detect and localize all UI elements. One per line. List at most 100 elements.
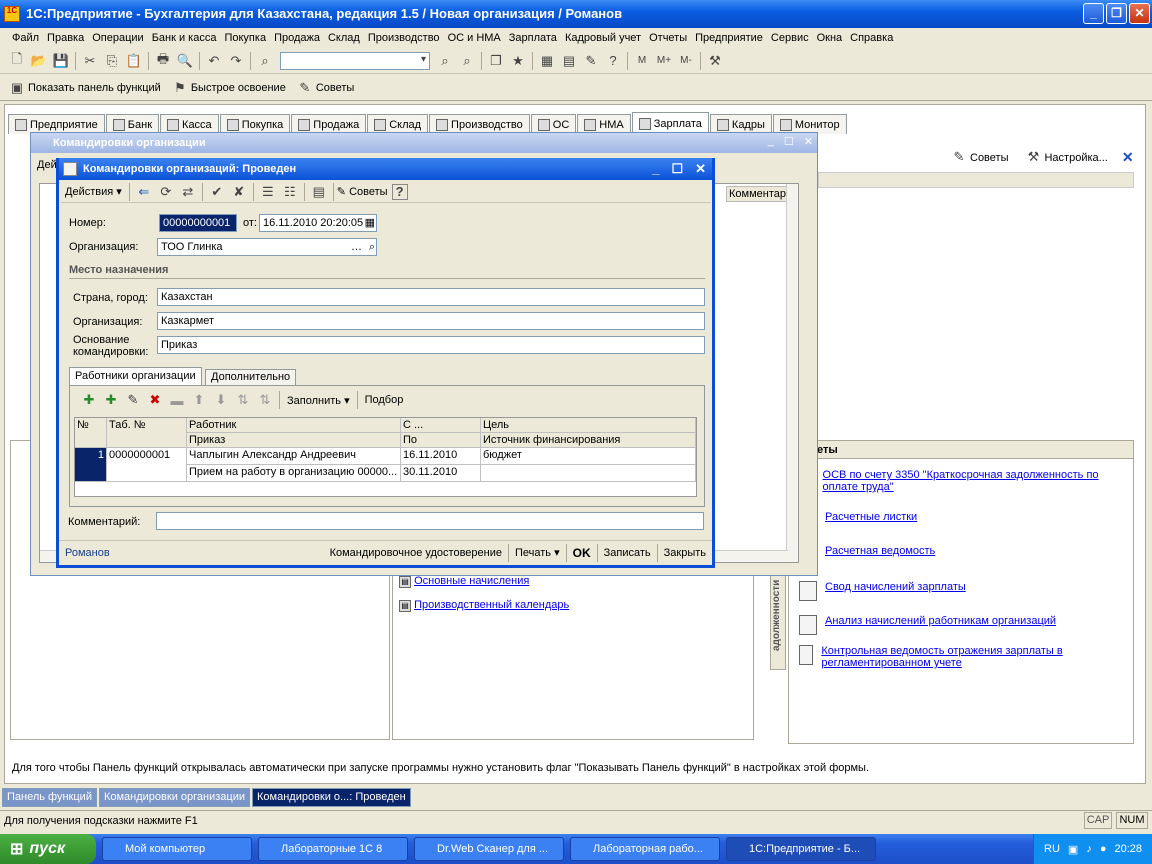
move-down-icon[interactable]: ⬇: [210, 390, 232, 410]
close-button[interactable]: ✕: [1129, 3, 1150, 24]
window-tab[interactable]: Командировки о...: Проведен: [252, 788, 411, 807]
show-panel-button[interactable]: Показать панель функций: [28, 82, 161, 94]
tab-3[interactable]: Покупка: [219, 114, 291, 134]
copy-icon[interactable]: ⎘: [101, 51, 123, 71]
memory-minus-icon[interactable]: M-: [675, 51, 697, 71]
row-source[interactable]: [481, 465, 696, 482]
calendar-icon[interactable]: ▤: [558, 51, 580, 71]
sort-desc-icon[interactable]: ⇅: [254, 390, 276, 410]
search-combo[interactable]: [280, 51, 430, 70]
menu-item-0[interactable]: Файл: [12, 32, 39, 44]
minimize-button[interactable]: _: [1083, 3, 1104, 24]
task-button[interactable]: Лабораторные 1С 8: [258, 837, 408, 861]
bg-minimize-icon[interactable]: _: [768, 135, 774, 148]
tab-4[interactable]: Продажа: [291, 114, 367, 134]
menu-item-4[interactable]: Покупка: [224, 32, 266, 44]
memory-plus-icon[interactable]: M+: [653, 51, 675, 71]
menu-item-10[interactable]: Кадровый учет: [565, 32, 641, 44]
tips-button[interactable]: Советы: [316, 82, 354, 94]
menu-item-11[interactable]: Отчеты: [649, 32, 687, 44]
bg-maximize-icon[interactable]: ☐: [784, 135, 794, 148]
settings-button[interactable]: ⚒ Настройка...: [1022, 147, 1108, 167]
user-link[interactable]: Романов: [65, 547, 110, 559]
dest-org-field[interactable]: Казкармет: [157, 312, 705, 330]
row-from[interactable]: 16.11.2010: [401, 448, 481, 465]
vertical-tab[interactable]: адолженности: [770, 560, 786, 670]
tab-5[interactable]: Склад: [367, 114, 429, 134]
move-up-icon[interactable]: ⬆: [188, 390, 210, 410]
tab-workers[interactable]: Работники организации: [69, 367, 202, 385]
preview-icon[interactable]: 🔍: [174, 51, 196, 71]
restore-button[interactable]: ❐: [1106, 3, 1127, 24]
report-link[interactable]: ОСВ по счету 3350 "Краткосрочная задолже…: [823, 469, 1119, 493]
cut-icon[interactable]: ✂: [79, 51, 101, 71]
report-link[interactable]: Расчетная ведомость: [825, 545, 935, 565]
copy-row-icon[interactable]: ✚: [100, 390, 122, 410]
paste-icon[interactable]: 📋: [123, 51, 145, 71]
basis-field[interactable]: Приказ: [157, 336, 705, 354]
tab-8[interactable]: НМА: [577, 114, 631, 134]
start-button[interactable]: ⊞ пуск: [0, 834, 96, 864]
row-tab[interactable]: 0000000001: [107, 448, 187, 482]
row-goal[interactable]: бюджет: [481, 448, 696, 465]
menu-item-1[interactable]: Правка: [47, 32, 84, 44]
tab-1[interactable]: Банк: [105, 114, 160, 134]
undo-icon[interactable]: ↶: [203, 51, 225, 71]
new-icon[interactable]: 🗋: [6, 51, 28, 71]
refresh-icon[interactable]: ⟳: [155, 182, 177, 202]
save-button[interactable]: Записать: [604, 547, 651, 559]
right-tips-button[interactable]: ✎ Советы: [948, 147, 1009, 167]
find-next-icon[interactable]: ⌕: [434, 51, 456, 71]
help-icon[interactable]: ?: [391, 183, 408, 200]
ok-button[interactable]: OK: [573, 546, 591, 560]
unpost-icon[interactable]: ✘: [228, 182, 250, 202]
date-field[interactable]: 16.11.2010 20:20:05 ▦: [259, 214, 377, 232]
open-icon[interactable]: 📂: [28, 51, 50, 71]
country-field[interactable]: Казахстан: [157, 288, 705, 306]
report-link[interactable]: Расчетные листки: [825, 511, 917, 531]
tab-7[interactable]: ОС: [530, 114, 577, 134]
quick-learn-button[interactable]: Быстрое освоение: [191, 82, 286, 94]
row-to[interactable]: 30.11.2010: [401, 465, 481, 482]
movements-icon[interactable]: ☰: [257, 182, 279, 202]
memory-m-icon[interactable]: M: [631, 51, 653, 71]
tab-2[interactable]: Касса: [160, 114, 219, 134]
dialog-close-icon[interactable]: ✕: [695, 158, 706, 180]
find-icon[interactable]: ⌕: [254, 51, 276, 71]
calendar-icon[interactable]: ▦: [365, 215, 375, 231]
select-icon[interactable]: …: [351, 239, 362, 255]
menu-item-3[interactable]: Банк и касса: [152, 32, 217, 44]
delete-row-icon[interactable]: ✖: [144, 390, 166, 410]
task-button[interactable]: Лабораторная рабо...: [570, 837, 720, 861]
tab-additional[interactable]: Дополнительно: [205, 369, 297, 385]
certificate-button[interactable]: Командировочное удостоверение: [330, 547, 502, 559]
dialog-tips-button[interactable]: ✎ Советы: [337, 185, 388, 198]
report-link[interactable]: Свод начислений зарплаты: [825, 581, 966, 601]
menu-item-12[interactable]: Предприятие: [695, 32, 763, 44]
window-tab[interactable]: Панель функций: [2, 788, 97, 807]
window-tab[interactable]: Командировки организации: [98, 788, 250, 807]
org-field[interactable]: ТОО Глинка… ⌕: [157, 238, 377, 256]
tab-9[interactable]: Зарплата: [631, 112, 709, 134]
tab-11[interactable]: Монитор: [772, 114, 847, 134]
task-button[interactable]: Мой компьютер: [102, 837, 252, 861]
back-icon[interactable]: ⇐: [133, 182, 155, 202]
mid-link-2[interactable]: Производственный календарь: [414, 599, 569, 611]
search-icon[interactable]: ⌕: [369, 239, 375, 255]
help-icon[interactable]: ?: [602, 51, 624, 71]
print-icon[interactable]: 🖶: [152, 51, 174, 71]
tab-0[interactable]: Предприятие: [8, 114, 105, 134]
menu-item-15[interactable]: Справка: [850, 32, 893, 44]
tab-10[interactable]: Кадры: [709, 114, 772, 134]
post-icon[interactable]: ✔: [206, 182, 228, 202]
tools-icon[interactable]: ⚒: [704, 51, 726, 71]
tab-6[interactable]: Производство: [429, 114, 530, 134]
memo-icon[interactable]: ✎: [580, 51, 602, 71]
task-button[interactable]: Dr.Web Сканер для ...: [414, 837, 564, 861]
sort-asc-icon[interactable]: ⇅: [232, 390, 254, 410]
find-prev-icon[interactable]: ⌕: [456, 51, 478, 71]
menu-item-6[interactable]: Склад: [328, 32, 360, 44]
1c-icon[interactable]: ★: [507, 51, 529, 71]
menu-item-2[interactable]: Операции: [92, 32, 143, 44]
report-link[interactable]: Контрольная ведомость отражения зарплаты…: [821, 645, 1119, 669]
